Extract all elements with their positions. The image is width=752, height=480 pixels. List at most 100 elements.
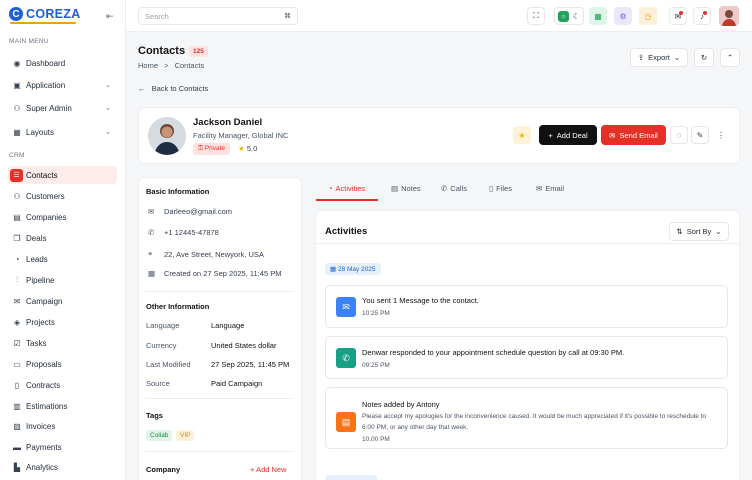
tag-collab: Collab [146,430,173,441]
sidebar-item-layouts[interactable]: ▦ Layouts ⌄ [8,123,117,141]
calls-icon: ✆ [441,184,448,193]
sidebar-item-customers[interactable]: ⚇ Customers [8,187,117,205]
company-title: Company [146,465,181,474]
export-button[interactable]: ⇪ Export ⌄ [630,48,688,67]
contact-role: Facility Manager, Global INC [193,131,289,140]
sidebar-item-estimations[interactable]: ▥ Estimations [8,397,117,415]
tab-notes[interactable]: ▤ Notes [391,184,421,193]
activities-icon: ◔ [328,184,333,193]
logo-text: COREZA [26,7,81,21]
sidebar-item-application[interactable]: ▣ Application ⌄ [8,76,117,94]
search-placeholder: Search [145,12,169,21]
add-new-company-link[interactable]: + Add New [250,465,287,474]
pipeline-icon: ⫶ [16,275,18,284]
tab-activities[interactable]: ◔ Activities [328,184,365,193]
chat-icon[interactable]: ◌ [670,126,688,144]
address-row: ⌖ 22, Ave Street, Newyork, USA [148,249,264,259]
send-email-button[interactable]: ✉ Send Email [601,125,666,145]
apps-grid-icon[interactable]: ▦ [589,7,607,25]
sidebar-item-deals[interactable]: ❒ Deals [8,229,117,247]
messages-icon[interactable]: ✉ [669,7,687,25]
fullscreen-icon[interactable]: ⛶ [527,7,545,25]
tab-label: Files [496,184,512,193]
add-deal-button[interactable]: + Add Deal [539,125,597,145]
sidebar-item-super-admin[interactable]: ⚇ Super Admin ⌄ [8,99,117,117]
companies-icon: ▤ [13,212,21,222]
contact-photo [148,117,186,155]
main-menu-label: MAIN MENU [9,38,49,45]
sidebar-item-tasks[interactable]: ☑ Tasks [8,334,117,352]
export-label: Export [648,53,670,62]
more-options-icon[interactable]: ⋮ [712,126,730,144]
rating-value: 5.0 [246,144,258,153]
clock-icon[interactable]: ◷ [639,7,657,25]
calendar-icon: ▦ [148,269,156,278]
activity-date-badge: ▦ 28 May 2025 [325,263,381,275]
phone-value[interactable]: +1 12445-47878 [164,228,219,237]
sidebar-item-label: Leads [26,254,48,264]
customers-icon: ⚇ [13,191,21,201]
contacts-icon: ☰ [10,168,23,182]
collapse-header-icon[interactable]: ⌃ [720,48,740,67]
sidebar-item-payments[interactable]: ▬ Payments [8,438,117,456]
back-to-contacts-link[interactable]: ← Back to Contacts [138,84,208,93]
mail-icon: ✉ [148,207,155,216]
sidebar-item-contracts[interactable]: ▯ Contracts [8,376,117,394]
shortcut-key: ⌘ [284,13,291,20]
tab-email[interactable]: ✉ Email [536,184,564,193]
sidebar-item-companies[interactable]: ▤ Companies [8,208,117,226]
activity-date: 28 May 2025 [337,266,376,273]
sidebar-item-invoices[interactable]: ▧ Invoices [8,417,117,435]
collapse-sidebar-icon[interactable]: ⇤ [106,11,114,22]
language-value: Language [211,321,245,330]
edit-icon[interactable]: ✎ [691,126,709,144]
sidebar-item-projects[interactable]: ◈ Projects [8,313,117,331]
sort-icon: ⇅ [676,227,683,236]
logo[interactable]: C COREZA [9,7,81,21]
sidebar-item-analytics[interactable]: ▙ Analytics [8,458,117,476]
analytics-icon: ▙ [13,462,21,472]
activity-time: 09:25 PM [362,362,390,369]
privacy-label: Private [204,145,225,152]
invoices-icon: ▧ [13,421,21,431]
sort-by-label: Sort By [686,227,712,236]
favorite-star-button[interactable]: ★ [513,126,531,144]
tab-files[interactable]: ▯ Files [489,184,512,193]
divider [145,398,293,399]
sidebar-item-pipeline[interactable]: ⫶ Pipeline [8,271,117,289]
activity-time: 10:25 PM [362,310,390,317]
estimations-icon: ▥ [13,401,21,411]
sidebar-item-dashboard[interactable]: ◉ Dashboard [8,54,117,72]
phone-icon: ✆ [148,228,155,237]
tab-calls[interactable]: ✆ Calls [441,184,467,193]
activity-note: Please accept my apologies for the incon… [362,413,707,431]
sort-by-button[interactable]: ⇅ Sort By ⌄ [669,222,729,241]
sidebar-item-campaign[interactable]: ✉ Campaign [8,292,117,310]
calendar-icon: ▦ [330,266,338,273]
email-icon: ✉ [536,184,543,193]
sidebar-item-label: Companies [26,212,67,222]
breadcrumb-home[interactable]: Home [138,61,158,70]
sidebar-item-proposals[interactable]: ▭ Proposals [8,355,117,373]
basic-info-title: Basic Information [146,187,210,196]
theme-toggle[interactable]: ☼ ☾ [554,7,584,25]
refresh-icon[interactable]: ↻ [694,48,714,67]
sidebar-item-leads[interactable]: ◔ Leads [8,250,117,268]
sidebar-item-contacts[interactable]: ☰ Contacts [8,166,117,184]
activity-text: Notes added by Antony [362,400,440,409]
layouts-icon: ▦ [13,127,21,137]
tab-label: Email [545,184,565,193]
notifications-bell-icon[interactable]: ♪ [693,7,711,25]
search-input[interactable]: Search ⌘ [138,7,298,25]
settings-icon[interactable]: ⚙ [614,7,632,25]
tab-label: Calls [450,184,467,193]
email-value[interactable]: Darleeo@gmail.com [164,207,232,216]
created-value: Created on 27 Sep 2025, 11:45 PM [164,269,282,278]
activity-time: 10.00 PM [362,436,390,443]
sidebar-item-label: Contracts [26,380,61,390]
deals-icon: ❒ [13,233,21,243]
currency-label: Currency [146,341,177,350]
sidebar-item-label: Projects [26,317,55,327]
user-avatar[interactable] [719,6,739,26]
notification-dot [679,11,683,15]
